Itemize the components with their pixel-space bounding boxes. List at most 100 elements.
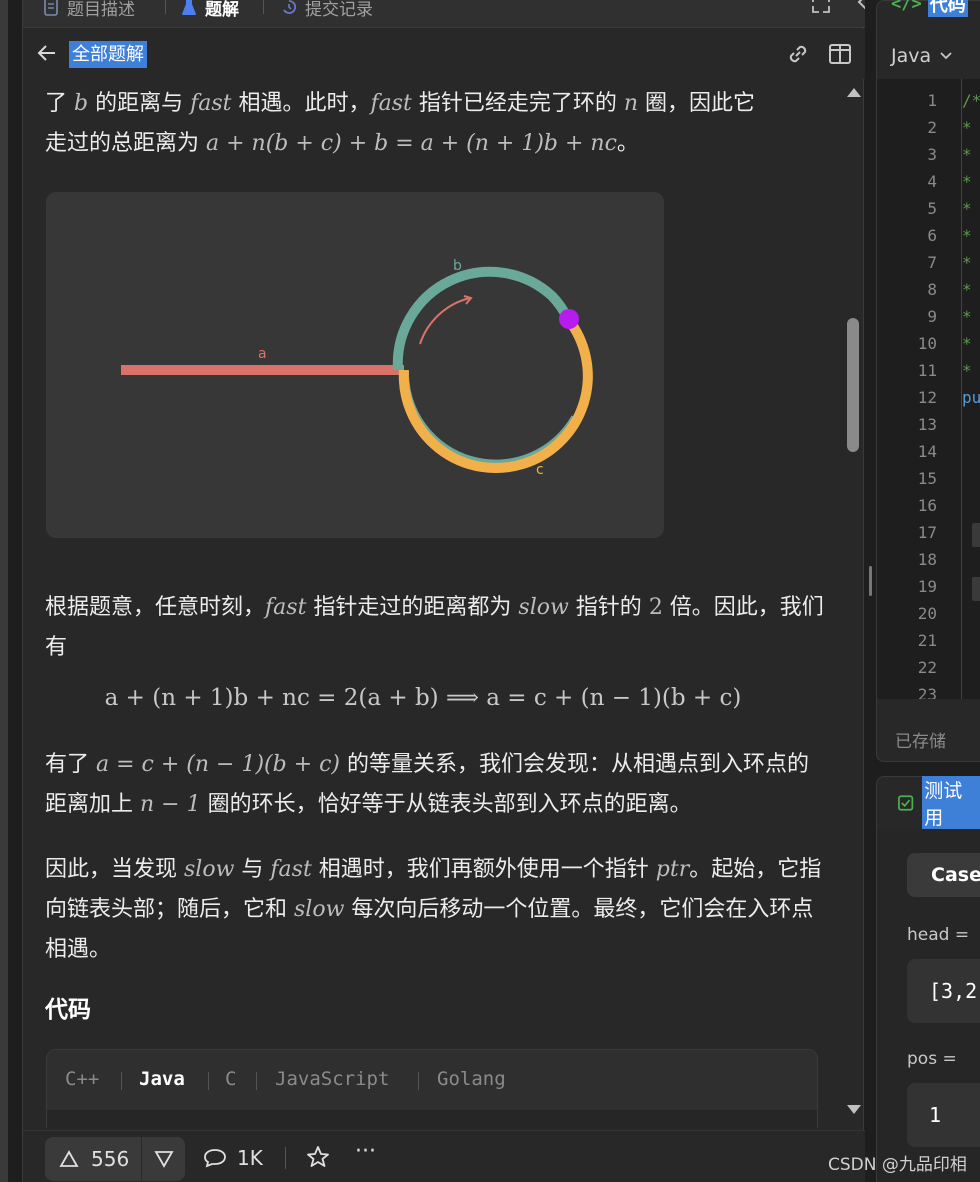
panel-resize-handle[interactable]: [869, 566, 872, 596]
cycle-animation: a b c: [46, 192, 664, 538]
math-n-minus-1: n − 1: [140, 792, 201, 817]
line-number: 3: [927, 145, 937, 164]
tab-description-label: 题目描述: [67, 0, 135, 20]
line-number: 6: [927, 226, 937, 245]
paragraph-double-speed: 根据题意，任意时刻，fast 指针走过的距离都为 slow 指针的 2 倍。因此…: [45, 588, 825, 668]
arc-c: [398, 315, 593, 474]
line-number: 22: [917, 658, 937, 677]
line-number: 19: [917, 577, 937, 596]
code-fragment: *: [962, 253, 972, 272]
line-number: 23: [917, 685, 937, 699]
text: 了: [45, 91, 74, 116]
code-editor[interactable]: 1 2 3 4 5 6 7 8 9 10 11 12 13 14 15 16 17 18 19 20 21 22 23 /*…: [877, 79, 980, 699]
code-brackets-icon: </>: [891, 0, 922, 14]
test-case-panel: 测试用 Case head = [3,2, pos = 1: [876, 776, 980, 1182]
star-icon[interactable]: [305, 1144, 331, 1170]
content-scrollbar[interactable]: [845, 88, 861, 1118]
pos-input[interactable]: 1: [907, 1083, 980, 1147]
code-editor-panel: </> 代码 Java 1 2 3 4 5 6 7 8 9 10 11 12 13 14 15 16 17 18 1…: [876, 0, 980, 762]
scroll-down-arrow-icon[interactable]: [847, 1105, 861, 1114]
math-n: n: [623, 91, 639, 116]
scroll-up-arrow-icon[interactable]: [847, 88, 861, 97]
line-number: 15: [917, 469, 937, 488]
downvote-button[interactable]: [142, 1137, 185, 1181]
test-panel-tab[interactable]: 测试用: [877, 776, 980, 830]
code-lang-tab-golang[interactable]: Golang: [437, 1068, 506, 1090]
text: 圈，因此它: [638, 91, 756, 116]
solution-panel: 题目描述 题解 提交记录 全部题解 了 b 的距离与 fast 相遇。此时，fa…: [22, 0, 865, 1182]
display-formula: a + (n + 1)b + nc = 2(a + b) ⟹ a = c + (…: [104, 685, 742, 711]
panel-tabbar: 题目描述 题解 提交记录: [23, 0, 865, 28]
line-number: 16: [917, 496, 937, 515]
line-number: 21: [917, 631, 937, 650]
text: 根据题意，任意时刻，: [45, 595, 266, 620]
text: 与: [234, 857, 271, 882]
line-number: 20: [917, 604, 937, 623]
comment-icon: [204, 1149, 226, 1168]
code-text-area[interactable]: /* * * * * * * * * * * pu: [961, 79, 980, 699]
math-ptr: ptr: [655, 857, 690, 882]
lang-separator: [256, 1072, 257, 1090]
line-number: 8: [927, 280, 937, 299]
more-options-button[interactable]: ···: [355, 1139, 376, 1164]
code-panel-tab[interactable]: </> 代码: [891, 0, 968, 17]
code-lang-tab-java[interactable]: Java: [139, 1068, 185, 1090]
comments-button[interactable]: 1K: [203, 1144, 263, 1172]
math-slow: slow: [184, 857, 235, 882]
math-slow: slow: [518, 595, 569, 620]
math-two: 2: [648, 595, 663, 620]
paragraph-ptr: 因此，当发现 slow 与 fast 相遇时，我们再额外使用一个指针 ptr。起…: [45, 850, 825, 970]
solution-content: 了 b 的距离与 fast 相遇。此时，fast 指针已经走完了环的 n 圈，因…: [23, 60, 843, 1128]
code-fragment: *: [962, 199, 972, 218]
text: 指针走过的距离都为: [306, 595, 519, 620]
text: 指针的: [568, 595, 649, 620]
text: 的距离与: [88, 91, 191, 116]
line-number: 17: [917, 523, 937, 542]
label-b: b: [453, 258, 462, 274]
collapse-left-icon[interactable]: [855, 0, 865, 12]
document-icon: [44, 0, 58, 16]
tab-description[interactable]: 题目描述: [43, 0, 135, 20]
line-number: 5: [927, 199, 937, 218]
code-lang-tab-cpp[interactable]: C++: [65, 1068, 99, 1090]
direction-arrow: [419, 297, 471, 345]
line-number: 11: [917, 361, 937, 380]
text: 指针已经走完了环的: [411, 91, 624, 116]
code-fragment: /*: [962, 91, 980, 110]
math-fast: fast: [270, 857, 312, 882]
math-b: b: [74, 91, 89, 116]
tab-solution-label: 题解: [205, 0, 239, 20]
code-heading: 代码: [45, 997, 91, 1023]
checkbox-icon: [898, 795, 914, 811]
code-lang-tab-javascript[interactable]: JavaScript: [275, 1068, 389, 1090]
tab-submissions[interactable]: 提交记录: [281, 0, 373, 20]
chevron-down-icon: [940, 52, 952, 60]
scroll-thumb[interactable]: [847, 318, 859, 452]
code-lang-tab-c[interactable]: C: [225, 1068, 236, 1090]
math-fast: fast: [190, 91, 232, 116]
math-fast: fast: [370, 91, 412, 116]
line-number: 13: [917, 415, 937, 434]
upvote-button[interactable]: 556: [45, 1137, 141, 1181]
fullscreen-icon[interactable]: [811, 0, 831, 14]
math-slow: slow: [294, 897, 345, 922]
line-number: 2: [927, 118, 937, 137]
case-button[interactable]: Case: [907, 853, 980, 897]
code-fragment: *: [962, 361, 972, 380]
language-select-value: Java: [891, 45, 932, 67]
tab-submissions-label: 提交记录: [305, 0, 373, 20]
language-select[interactable]: Java: [891, 45, 953, 67]
code-body: [47, 1110, 817, 1128]
line-number: 14: [917, 442, 937, 461]
head-input[interactable]: [3,2,: [907, 959, 980, 1023]
code-panel-tab-label: 代码: [927, 0, 968, 17]
saved-status: 已存储: [895, 732, 946, 752]
code-fragment: *: [962, 226, 972, 245]
upvote-count: 556: [91, 1147, 130, 1171]
code-fold-marker: [972, 523, 980, 547]
text: 圈的环长，恰好等于从链表头部到入环点的距离。: [200, 792, 692, 817]
tab-solution[interactable]: 题解: [181, 0, 239, 20]
vote-group: 556: [45, 1137, 185, 1181]
code-fragment: *: [962, 118, 972, 137]
triangle-down-icon: [153, 1151, 174, 1168]
